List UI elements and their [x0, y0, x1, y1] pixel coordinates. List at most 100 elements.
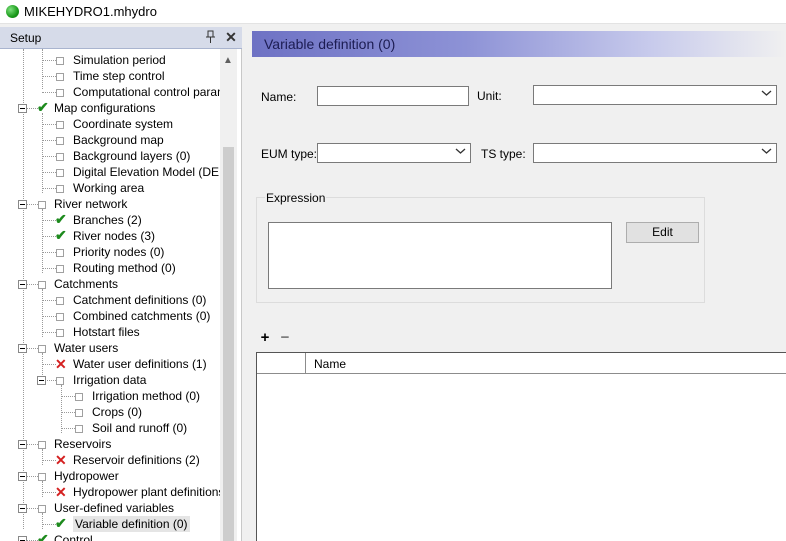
- tree-item[interactable]: Digital Elevation Model (DEM): [0, 164, 220, 180]
- eum-type-select[interactable]: [317, 143, 471, 163]
- tree-item[interactable]: ✔ Branches (2): [0, 212, 220, 228]
- tree-item[interactable]: Time step control: [0, 68, 220, 84]
- tree-item-label: Coordinate system: [73, 117, 174, 131]
- tree-guide-line: [42, 492, 56, 493]
- grid-row-header: [257, 353, 306, 374]
- tree-item[interactable]: ✔ Variable definition (0): [0, 516, 220, 532]
- tree-guide-line: [42, 76, 56, 77]
- close-panel-icon[interactable]: ✕: [224, 29, 238, 45]
- tree-item[interactable]: Background layers (0): [0, 148, 220, 164]
- scroll-thumb[interactable]: [223, 147, 234, 541]
- tree-guide-line: [42, 156, 56, 157]
- tree-item-label: Catchment definitions (0): [73, 293, 207, 307]
- scroll-up-icon[interactable]: ▲: [223, 55, 233, 66]
- tree-item[interactable]: Priority nodes (0): [0, 244, 220, 260]
- tree-item-label: Hydropower: [54, 469, 119, 483]
- name-input[interactable]: [317, 86, 469, 106]
- add-row-button[interactable]: +: [258, 330, 272, 346]
- tree-guide-line: [42, 124, 56, 125]
- tree-item-label: Catchments: [54, 277, 119, 291]
- tree-item-label: Reservoirs: [54, 437, 112, 451]
- chevron-down-icon: [455, 146, 466, 158]
- remove-row-button[interactable]: −: [278, 330, 292, 346]
- tree-guide-line: [42, 460, 56, 461]
- status-box-icon: [56, 313, 64, 321]
- tree-item[interactable]: Simulation period: [0, 52, 220, 68]
- collapse-toggle-icon[interactable]: [18, 344, 27, 353]
- expression-textarea[interactable]: [268, 222, 612, 289]
- edit-button[interactable]: Edit: [626, 222, 699, 243]
- tree-item-label: Working area: [73, 181, 145, 195]
- collapse-toggle-icon[interactable]: [18, 104, 27, 113]
- error-cross-icon: ✕: [55, 356, 67, 372]
- tree-item[interactable]: Water users: [0, 340, 220, 356]
- status-box-icon: [75, 393, 83, 401]
- tree-item[interactable]: Soil and runoff (0): [0, 420, 220, 436]
- collapse-toggle-icon[interactable]: [18, 280, 27, 289]
- tree-item[interactable]: ✕ Water user definitions (1): [0, 356, 220, 372]
- ts-type-label: TS type:: [481, 147, 526, 161]
- tree-item[interactable]: ✔ River nodes (3): [0, 228, 220, 244]
- tree-guide-line: [42, 188, 56, 189]
- collapse-toggle-icon[interactable]: [18, 200, 27, 209]
- tree-item[interactable]: Irrigation data: [0, 372, 220, 388]
- tree-item[interactable]: Irrigation method (0): [0, 388, 220, 404]
- status-box-icon: [38, 281, 46, 289]
- tree-item[interactable]: Working area: [0, 180, 220, 196]
- collapse-toggle-icon[interactable]: [18, 440, 27, 449]
- tree-item[interactable]: User-defined variables: [0, 500, 220, 516]
- tree-guide-line: [61, 412, 75, 413]
- variables-grid[interactable]: Name: [256, 352, 786, 541]
- checkmark-icon: ✔: [55, 515, 67, 531]
- tree-item[interactable]: Hydropower: [0, 468, 220, 484]
- tree-item[interactable]: Background map: [0, 132, 220, 148]
- expression-group-title: Expression: [265, 191, 327, 205]
- tree-item-label: Hotstart files: [73, 325, 140, 339]
- tree-guide-line: [42, 140, 56, 141]
- checkmark-icon: ✔: [55, 211, 67, 227]
- collapse-toggle-icon[interactable]: [37, 376, 46, 385]
- status-box-icon: [38, 441, 46, 449]
- error-cross-icon: ✕: [55, 484, 67, 500]
- tree-item[interactable]: Reservoirs: [0, 436, 220, 452]
- tree-item-label: River nodes (3): [73, 229, 156, 243]
- tree-item[interactable]: Routing method (0): [0, 260, 220, 276]
- tree-item[interactable]: Coordinate system: [0, 116, 220, 132]
- tree-item[interactable]: Computational control paramete: [0, 84, 220, 100]
- tree-item-label: Soil and runoff (0): [92, 421, 188, 435]
- tree-item[interactable]: Combined catchments (0): [0, 308, 220, 324]
- tree-item[interactable]: ✕ Reservoir definitions (2): [0, 452, 220, 468]
- status-box-icon: [56, 377, 64, 385]
- tree-guide-line: [42, 300, 56, 301]
- grid-column-name[interactable]: Name: [314, 357, 346, 371]
- tree-item[interactable]: ✔ Map configurations: [0, 100, 220, 116]
- tree-guide-line: [42, 268, 56, 269]
- tree-scrollbar[interactable]: ▲: [220, 49, 237, 541]
- pin-icon[interactable]: [205, 30, 217, 44]
- tree-item-label: Control: [54, 533, 93, 541]
- collapse-toggle-icon[interactable]: [18, 504, 27, 513]
- status-box-icon: [38, 201, 46, 209]
- tree-item[interactable]: ✕ Hydropower plant definitions (1): [0, 484, 220, 500]
- tree-item[interactable]: Crops (0): [0, 404, 220, 420]
- expression-group: Expression Edit: [256, 191, 705, 303]
- tree-item-label: Background map: [73, 133, 164, 147]
- tree-item[interactable]: Catchment definitions (0): [0, 292, 220, 308]
- collapse-toggle-icon[interactable]: [18, 472, 27, 481]
- tree-item[interactable]: Catchments: [0, 276, 220, 292]
- tree-item-label: Background layers (0): [73, 149, 191, 163]
- status-box-icon: [56, 185, 64, 193]
- panel-header: Variable definition (0): [252, 31, 786, 57]
- tree-item-label: Combined catchments (0): [73, 309, 211, 323]
- status-box-icon: [56, 297, 64, 305]
- collapse-toggle-icon[interactable]: [18, 536, 27, 541]
- unit-select[interactable]: [533, 85, 777, 105]
- window-title: MIKEHYDRO1.mhydro: [24, 4, 157, 19]
- tree-item[interactable]: Hotstart files: [0, 324, 220, 340]
- tree-item-label: Simulation period: [73, 53, 166, 67]
- tree-item[interactable]: River network: [0, 196, 220, 212]
- ts-type-select[interactable]: [533, 143, 777, 163]
- app-logo-icon: [6, 5, 19, 18]
- tree-item-label: Water users: [54, 341, 119, 355]
- tree-item[interactable]: ✔ Control: [0, 532, 220, 541]
